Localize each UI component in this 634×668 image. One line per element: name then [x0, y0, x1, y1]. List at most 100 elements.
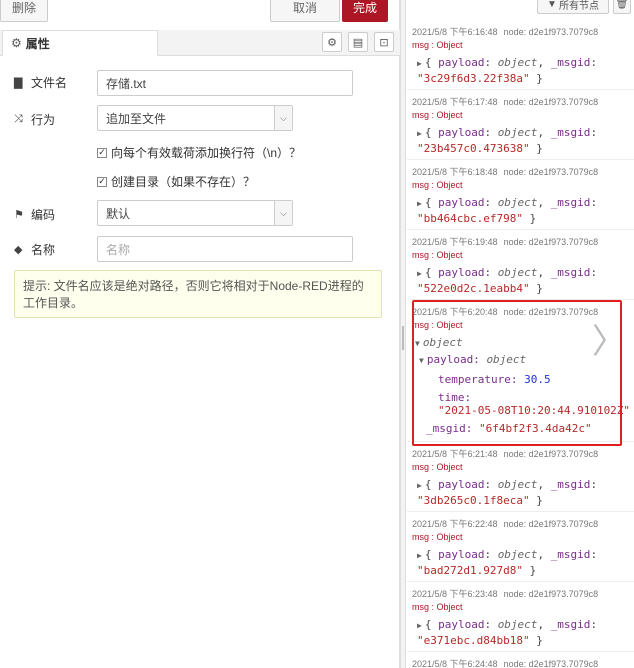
msgid-value: "e371ebc.d84bb18" [417, 634, 530, 647]
collapsed-object-row[interactable]: ▶{ payload: object, _msgid: [417, 56, 597, 69]
filename-label-row: ▇ 文件名 [14, 74, 67, 91]
expand-triangle-icon[interactable]: ▶ [417, 551, 422, 560]
message-timestamp: 2021/5/8 下午6:16:48 [412, 27, 498, 37]
msgid-value: "3c29f6d3.22f38a" [417, 72, 530, 85]
filter-nodes-button[interactable]: ▼ 所有节点 [537, 0, 609, 14]
collapsed-object-row[interactable]: ▶{ payload: object, _msgid: [417, 478, 597, 491]
collapsed-object-row[interactable]: ▶{ payload: object, _msgid: [417, 266, 597, 279]
message-node-id[interactable]: node: d2e1f973.7079c8 [504, 589, 599, 599]
newline-checkbox-row[interactable]: ✓ 向每个有效载荷添加换行符（\n）？ [97, 144, 301, 161]
tab-properties-label: 属性 [25, 36, 50, 51]
encoding-label-row: ⚑ 编码 [14, 206, 55, 223]
done-button[interactable]: 完成 [342, 0, 388, 22]
cancel-button[interactable]: 取消 [270, 0, 340, 22]
debug-message[interactable]: 2021/5/8 下午6:21:48 node: d2e1f973.7079c8 m… [407, 442, 634, 512]
message-node-id[interactable]: node: d2e1f973.7079c8 [504, 659, 599, 668]
expand-triangle-icon[interactable]: ▶ [417, 481, 422, 490]
message-meta: 2021/5/8 下午6:16:48 node: d2e1f973.7079c8 [412, 25, 598, 38]
clear-log-button[interactable]: 🗑 [613, 0, 631, 14]
message-topic: msg : Object [412, 602, 463, 612]
filter-icon: ▼ [547, 0, 557, 10]
action-select[interactable]: 追加至文件 ⌵ [97, 105, 293, 131]
debug-message[interactable]: 2021/5/8 下午6:18:48 node: d2e1f973.7079c8 m… [407, 160, 634, 230]
encoding-label: 编码 [31, 208, 56, 222]
message-node-id[interactable]: node: d2e1f973.7079c8 [504, 27, 599, 37]
shuffle-icon: ⤨ [14, 113, 23, 125]
checkbox-checked-icon[interactable]: ✓ [97, 176, 107, 187]
message-node-id[interactable]: node: d2e1f973.7079c8 [504, 167, 599, 177]
collapsed-object-row[interactable]: ▶{ payload: object, _msgid: [417, 618, 597, 631]
trash-icon: 🗑 [615, 0, 629, 10]
delete-button[interactable]: 删除 [0, 0, 48, 22]
createdir-checkbox-row[interactable]: ✓ 创建目录（如果不存在）？ [97, 173, 255, 190]
expand-triangle-icon[interactable]: ▶ [417, 269, 422, 278]
action-value: 追加至文件 [106, 111, 167, 126]
chevron-down-icon: ⌵ [274, 201, 292, 225]
msgid-value: "23b457c0.473638" [417, 142, 530, 155]
filename-hint-box: 提示: 文件名应该是绝对路径，否则它将相对于Node-RED进程的工作目录。 [14, 270, 382, 318]
filename-label: 文件名 [31, 76, 68, 90]
message-node-id[interactable]: node: d2e1f973.7079c8 [504, 449, 599, 459]
debug-toolbar: ▼ 所有节点 🗑 [407, 0, 634, 14]
collapsed-object-row[interactable]: ▶{ payload: object, _msgid: [417, 548, 597, 561]
message-meta: 2021/5/8 下午6:17:48 node: d2e1f973.7079c8 [412, 95, 598, 108]
encoding-select[interactable]: 默认 ⌵ [97, 200, 293, 226]
file-icon: ▇ [14, 77, 23, 89]
filename-input[interactable]: 存储.txt [97, 70, 353, 96]
message-timestamp: 2021/5/8 下午6:21:48 [412, 449, 498, 459]
debug-message[interactable]: 2021/5/8 下午6:17:48 node: d2e1f973.7079c8 m… [407, 90, 634, 160]
collapsed-object-row[interactable]: ▶{ payload: object, _msgid: [417, 126, 597, 139]
message-topic: msg : Object [412, 462, 463, 472]
description-tab-doc-icon[interactable]: ▤ [348, 32, 368, 52]
node-edit-panel: 删除 取消 完成 ⚙ 属性 ⚙ ▤ ⊡ ▇ 文件名 存储.txt ⤨ 行为 追加… [0, 0, 400, 668]
editor-toolbar: 删除 取消 完成 [0, 0, 400, 26]
message-meta: 2021/5/8 下午6:24:48 node: d2e1f973.7079c8 [412, 657, 598, 668]
message-topic: msg : Object [412, 250, 463, 260]
expand-triangle-icon[interactable]: ▶ [417, 59, 422, 68]
message-topic: msg : Object [412, 40, 463, 50]
message-node-id[interactable]: node: d2e1f973.7079c8 [504, 97, 599, 107]
expand-triangle-icon[interactable]: ▶ [417, 129, 422, 138]
highlight-annotation [412, 300, 622, 446]
msgid-value: "bb464cbc.ef798" [417, 212, 523, 225]
message-topic: msg : Object [412, 532, 463, 542]
name-input[interactable]: 名称 [97, 236, 353, 262]
debug-message[interactable]: 2021/5/8 下午6:19:48 node: d2e1f973.7079c8 m… [407, 230, 634, 300]
chevron-down-icon: ⌵ [274, 106, 292, 130]
msgid-value: "bad272d1.927d8" [417, 564, 523, 577]
message-node-id[interactable]: node: d2e1f973.7079c8 [504, 237, 599, 247]
message-timestamp: 2021/5/8 下午6:19:48 [412, 237, 498, 247]
name-label: 名称 [31, 243, 56, 257]
tab-properties[interactable]: ⚙ 属性 [2, 30, 158, 56]
filter-label: 所有节点 [558, 0, 599, 12]
message-timestamp: 2021/5/8 下午6:24:48 [412, 659, 498, 668]
pane-resize-handle[interactable] [400, 0, 406, 668]
action-label: 行为 [31, 113, 56, 127]
debug-message[interactable]: 2021/5/8 下午6:16:48 node: d2e1f973.7079c8 m… [407, 20, 634, 90]
chevron-right-icon[interactable]: 〉 [592, 314, 626, 363]
message-node-id[interactable]: node: d2e1f973.7079c8 [504, 519, 599, 529]
message-topic: msg : Object [412, 110, 463, 120]
message-meta: 2021/5/8 下午6:23:48 node: d2e1f973.7079c8 [412, 587, 598, 600]
expand-triangle-icon[interactable]: ▶ [417, 199, 422, 208]
collapsed-object-row-cont: "3db265c0.1f8eca" } [417, 494, 543, 507]
newline-checkbox-label: 向每个有效载荷添加换行符（\n）？ [111, 146, 302, 160]
debug-message[interactable]: 2021/5/8 下午6:22:48 node: d2e1f973.7079c8 m… [407, 512, 634, 582]
checkbox-checked-icon[interactable]: ✓ [97, 147, 107, 158]
collapsed-object-row-cont: "522e0d2c.1eabb4" } [417, 282, 543, 295]
appearance-tab-frame-icon[interactable]: ⊡ [374, 32, 394, 52]
collapsed-object-row-cont: "23b457c0.473638" } [417, 142, 543, 155]
name-placeholder: 名称 [106, 242, 131, 257]
message-meta: 2021/5/8 下午6:18:48 node: d2e1f973.7079c8 [412, 165, 598, 178]
debug-message[interactable]: 2021/5/8 下午6:23:48 node: d2e1f973.7079c8 m… [407, 582, 634, 652]
editor-tab-bar: ⚙ 属性 ⚙ ▤ ⊡ [0, 30, 400, 56]
createdir-checkbox-label: 创建目录（如果不存在）？ [111, 175, 256, 189]
gear-icon: ⚙ [11, 36, 22, 50]
expand-triangle-icon[interactable]: ▶ [417, 621, 422, 630]
message-timestamp: 2021/5/8 下午6:22:48 [412, 519, 498, 529]
debug-message[interactable]: 2021/5/8 下午6:24:48node: d2e1f973.7079c8m… [407, 652, 634, 668]
filename-value: 存储.txt [106, 76, 147, 91]
collapsed-object-row[interactable]: ▶{ payload: object, _msgid: [417, 196, 597, 209]
tag-icon: ◆ [14, 244, 23, 256]
settings-tab-gear-icon[interactable]: ⚙ [322, 32, 342, 52]
